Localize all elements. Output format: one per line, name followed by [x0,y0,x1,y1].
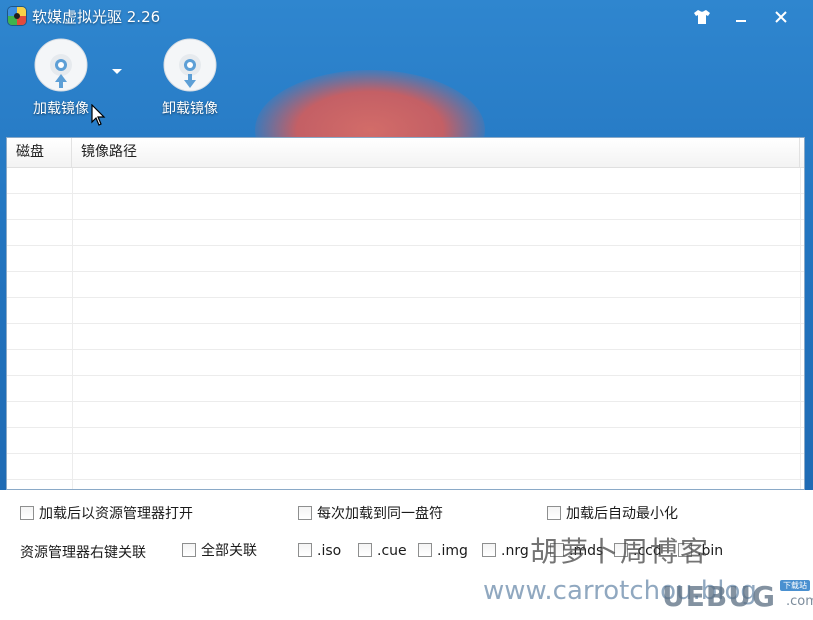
associate-all-label: 全部关联 [201,543,257,559]
list-row [7,454,804,480]
list-row [7,220,804,246]
unmount-image-label: 卸载镜像 [162,101,218,117]
column-header-drive[interactable]: 磁盘 [7,138,72,167]
logo-badge: 下载站 [780,580,810,591]
associate-all-checkbox[interactable] [182,543,196,557]
format-cue-option[interactable]: .cue [358,541,407,561]
list-row [7,376,804,402]
logo-text: UEBUG [662,580,776,613]
chevron-down-icon[interactable] [108,64,126,78]
list-row [7,168,804,194]
format-nrg-label: .nrg [501,543,529,559]
auto-minimize-label: 加载后自动最小化 [566,506,678,522]
tshirt-icon [694,10,710,24]
list-body [7,168,804,489]
list-row [7,324,804,350]
uebug-logo: UEBUG 下载站 .com [662,580,813,618]
close-button[interactable] [769,6,793,28]
minimize-icon [736,20,746,22]
format-iso-option[interactable]: .iso [298,541,341,561]
list-header: 磁盘 镜像路径 [7,138,804,168]
minimize-button[interactable] [729,6,753,28]
format-nrg-checkbox[interactable] [482,543,496,557]
watermark-chinese: 胡萝卜周博客 [530,535,711,568]
titlebar: 软媒虚拟光驱 2.26 [0,0,813,34]
context-menu-association-label: 资源管理器右键关联 [20,545,146,561]
format-nrg-option[interactable]: .nrg [482,541,529,561]
format-img-checkbox[interactable] [418,543,432,557]
same-drive-letter-checkbox[interactable] [298,506,312,520]
open-explorer-label: 加载后以资源管理器打开 [39,506,193,522]
format-img-option[interactable]: .img [418,541,468,561]
auto-minimize-option[interactable]: 加载后自动最小化 [547,504,678,524]
column-header-image-path[interactable]: 镜像路径 [72,138,800,167]
open-explorer-checkbox[interactable] [20,506,34,520]
logo-suffix: .com [786,594,813,609]
list-row [7,428,804,454]
mouse-cursor-icon [91,104,106,126]
list-row [7,350,804,376]
list-row [7,298,804,324]
format-iso-label: .iso [317,543,342,559]
close-icon [775,11,787,23]
list-row [7,246,804,272]
format-cue-label: .cue [377,543,407,559]
format-cue-checkbox[interactable] [358,543,372,557]
app-window: 软媒虚拟光驱 2.26 加载镜像 卸载镜像 磁盘 镜像路径 加载后以资源管理器打… [0,0,813,620]
same-drive-letter-option[interactable]: 每次加载到同一盘符 [298,504,443,524]
image-list[interactable]: 磁盘 镜像路径 [6,137,805,490]
same-drive-letter-label: 每次加载到同一盘符 [317,506,443,522]
list-row [7,194,804,220]
window-title: 软媒虚拟光驱 2.26 [32,8,161,26]
open-explorer-option[interactable]: 加载后以资源管理器打开 [20,504,193,524]
auto-minimize-checkbox[interactable] [547,506,561,520]
format-img-label: .img [437,543,468,559]
list-row [7,272,804,298]
app-icon [8,7,26,25]
skin-button[interactable] [690,6,714,28]
associate-all-option[interactable]: 全部关联 [182,541,257,561]
format-iso-checkbox[interactable] [298,543,312,557]
unmount-image-button[interactable]: 卸载镜像 [145,38,235,118]
disc-mount-icon [34,38,88,92]
list-row [7,402,804,428]
disc-unmount-icon [163,38,217,92]
